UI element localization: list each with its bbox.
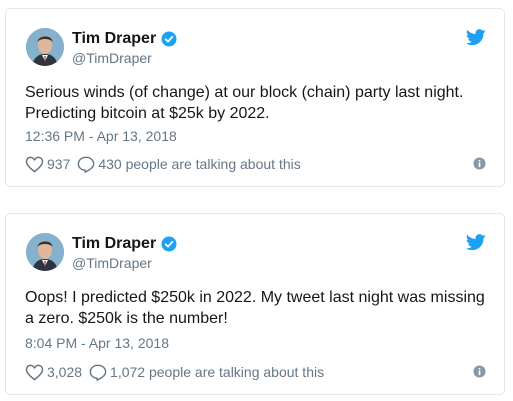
twitter-bird-icon[interactable] <box>465 234 486 251</box>
heart-icon <box>25 156 44 172</box>
tweet-card[interactable]: Tim Draper @TimDraper Oops! I predicted … <box>5 213 505 395</box>
tweet-text: Oops! I predicted $250k in 2022. My twee… <box>25 289 485 327</box>
comment-icon <box>78 156 95 173</box>
author-name[interactable]: Tim Draper <box>72 30 156 48</box>
tweet-text: Serious winds (of change) at our block (… <box>25 84 464 122</box>
like-button[interactable]: 3,028 <box>25 364 82 381</box>
tweet-card[interactable]: Tim Draper @TimDraper Serious winds (of … <box>5 8 505 187</box>
reply-button[interactable]: 430 people are talking about this <box>77 156 301 173</box>
tweet-actions: 3,028 1,072 people are talking about thi… <box>25 362 486 382</box>
tweet-timestamp[interactable]: 12:36 PM - Apr 13, 2018 <box>25 128 177 144</box>
tweet-timestamp[interactable]: 8:04 PM - Apr 13, 2018 <box>25 335 169 351</box>
talking-count[interactable]: 430 people are talking about this <box>98 156 300 172</box>
avatar[interactable] <box>26 233 64 271</box>
info-icon[interactable] <box>473 365 486 378</box>
verified-badge-icon <box>161 31 177 47</box>
like-button[interactable]: 937 <box>25 156 70 173</box>
comment-icon <box>89 364 107 381</box>
talking-count[interactable]: 1,072 people are talking about this <box>110 364 324 380</box>
author-name[interactable]: Tim Draper <box>72 235 156 253</box>
author-handle[interactable]: @TimDraper <box>72 255 177 271</box>
heart-icon <box>25 364 44 380</box>
info-icon[interactable] <box>473 157 486 170</box>
like-count: 3,028 <box>47 364 83 380</box>
tweet-author[interactable]: Tim Draper @TimDraper <box>72 234 177 271</box>
tweet-actions: 937 430 people are talking about this <box>25 154 486 174</box>
author-handle[interactable]: @TimDraper <box>72 50 177 66</box>
reply-button[interactable]: 1,072 people are talking about this <box>89 364 324 381</box>
avatar[interactable] <box>26 28 64 66</box>
like-count: 937 <box>47 156 71 172</box>
verified-badge-icon <box>161 236 177 252</box>
twitter-bird-icon[interactable] <box>465 29 486 46</box>
tweet-author[interactable]: Tim Draper @TimDraper <box>72 29 177 66</box>
